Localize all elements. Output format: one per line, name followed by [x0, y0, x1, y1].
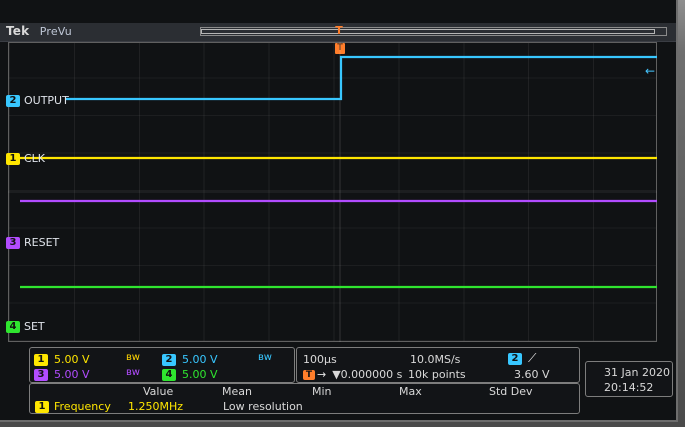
- meas-col-max: Max: [399, 385, 422, 398]
- ch4-scale-value: 5.00 V: [182, 368, 218, 381]
- trigger-position[interactable]: T → ▼0.000000 s: [303, 368, 402, 381]
- brand: Tek PreVu: [6, 24, 72, 38]
- waveform-display: [8, 42, 657, 342]
- trigger-position-arrow: →: [317, 368, 327, 381]
- trigger-position-icon: T: [303, 369, 315, 380]
- ch1-badge-icon: 1: [6, 152, 20, 165]
- acquisition-mode: PreVu: [39, 25, 72, 38]
- trigger-source[interactable]: 2 ⟋: [508, 351, 536, 366]
- trigger-level[interactable]: 3.60 V: [514, 368, 550, 381]
- meas-source-badge-icon: 1: [35, 401, 49, 413]
- ch1-bandwidth[interactable]: ʙᴡ: [126, 353, 140, 363]
- ch3-scale[interactable]: 3 5.00 V: [34, 368, 90, 381]
- bandwidth-limit-icon: ʙᴡ: [126, 367, 140, 378]
- trigger-source-badge-icon: 2: [508, 352, 522, 365]
- trigger-level-value: 3.60 V: [514, 368, 550, 381]
- trigger-top-marker: T: [333, 24, 345, 37]
- ch2-label[interactable]: 2 OUTPUT: [6, 94, 69, 107]
- meas-col-mean: Mean: [222, 385, 252, 398]
- ch1-label-text: CLK: [24, 152, 46, 165]
- horizontal-trigger-panel[interactable]: 100µs 10.0MS/s 2 ⟋ T → ▼0.000000 s 10k p…: [296, 347, 580, 383]
- meas-col-min: Min: [312, 385, 332, 398]
- ch4-label[interactable]: 4 SET: [6, 320, 45, 333]
- ch2-output-trace: [66, 55, 657, 101]
- meas-value: 1.250MHz: [128, 400, 184, 413]
- status-area: 1 5.00 V ʙᴡ 2 5.00 V ʙᴡ 3 5.00 V ʙᴡ 4 5.…: [0, 343, 676, 420]
- date-time-panel[interactable]: 31 Jan 2020 20:14:52: [585, 361, 673, 397]
- time-value: 20:14:52: [604, 381, 654, 394]
- scope-screen: Tek PreVu T T ← 2 OUTPUT 1 CLK 3 RESET 4…: [0, 0, 678, 422]
- time: 20:14:52: [604, 381, 653, 394]
- ch2-label-text: OUTPUT: [24, 94, 69, 107]
- trigger-top-marker-label: T: [335, 24, 343, 37]
- ch1-scale-value: 5.00 V: [54, 353, 90, 366]
- date: 31 Jan 2020: [604, 366, 670, 379]
- ch4-scale-badge-icon: 4: [162, 368, 176, 381]
- ch4-label-text: SET: [24, 320, 45, 333]
- trigger-source-value: 2: [511, 352, 519, 364]
- ch3-badge-icon: 3: [6, 236, 20, 249]
- ch2-badge-icon: 2: [6, 94, 20, 107]
- vertical-scale-panel[interactable]: 1 5.00 V ʙᴡ 2 5.00 V ʙᴡ 3 5.00 V ʙᴡ 4 5.…: [29, 347, 295, 383]
- trigger-position-value: ▼0.000000 s: [332, 368, 403, 381]
- ch2-bandwidth[interactable]: ʙᴡ: [258, 353, 272, 363]
- timebase[interactable]: 100µs: [303, 353, 337, 366]
- ch1-scale[interactable]: 1 5.00 V: [34, 353, 90, 366]
- bandwidth-limit-icon: ʙᴡ: [126, 352, 140, 363]
- ch2-scale-badge-icon: 2: [162, 353, 176, 366]
- record-view-bar[interactable]: [200, 27, 667, 36]
- brand-name: Tek: [6, 24, 30, 38]
- measurement-header: Value Mean Min Max Std Dev: [30, 384, 581, 398]
- meas-mean: Low resolution: [223, 400, 303, 413]
- measurement-row[interactable]: 1 Frequency 1.250MHz Low resolution: [30, 398, 581, 414]
- timebase-value: 100µs: [303, 353, 337, 366]
- ch1-label[interactable]: 1 CLK: [6, 152, 45, 165]
- ch3-label[interactable]: 3 RESET: [6, 236, 59, 249]
- meas-source-value: 1: [38, 401, 46, 412]
- ch4-scale[interactable]: 4 5.00 V: [162, 368, 218, 381]
- meas-col-value: Value: [143, 385, 174, 398]
- ch2-scale[interactable]: 2 5.00 V: [162, 353, 218, 366]
- measurement-panel[interactable]: Value Mean Min Max Std Dev 1 Frequency 1…: [29, 383, 580, 414]
- ch3-scale-badge-icon: 3: [34, 368, 48, 381]
- ch3-bandwidth[interactable]: ʙᴡ: [126, 368, 140, 378]
- sample-rate[interactable]: 10.0MS/s: [410, 353, 460, 366]
- ch3-label-text: RESET: [24, 236, 60, 249]
- sample-rate-value: 10.0MS/s: [410, 353, 461, 366]
- ch1-scale-badge-icon: 1: [34, 353, 48, 366]
- meas-name: Frequency: [54, 400, 111, 413]
- bandwidth-limit-icon: ʙᴡ: [258, 352, 272, 363]
- meas-col-std-dev: Std Dev: [489, 385, 533, 398]
- record-length-value: 10k points: [408, 368, 466, 381]
- record-view-window[interactable]: [201, 29, 655, 34]
- ch2-scale-value: 5.00 V: [182, 353, 218, 366]
- record-length[interactable]: 10k points: [408, 368, 466, 381]
- rising-edge-icon: ⟋: [528, 351, 537, 365]
- ch4-badge-icon: 4: [6, 320, 20, 333]
- ch3-scale-value: 5.00 V: [54, 368, 90, 381]
- date-value: 31 Jan 2020: [604, 366, 670, 379]
